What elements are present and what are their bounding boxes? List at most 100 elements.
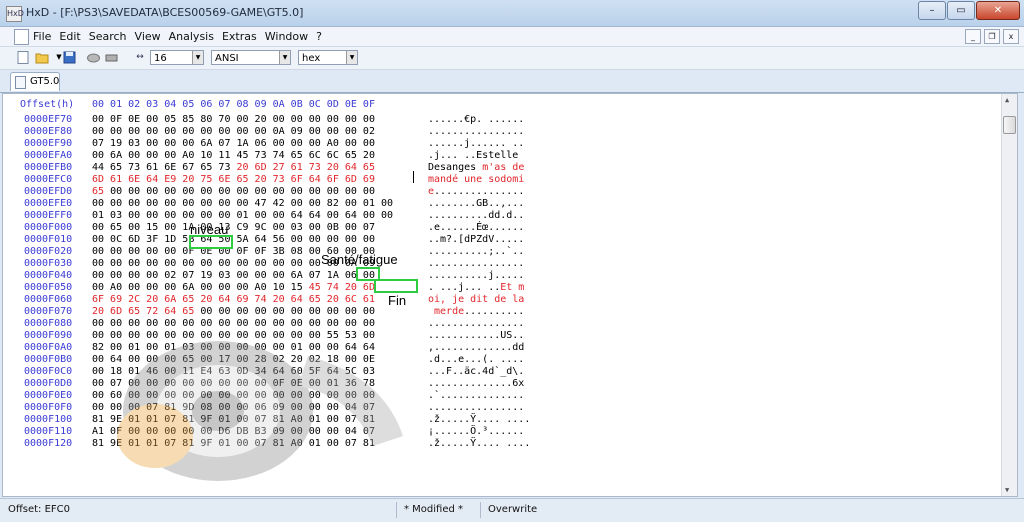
row-offset: 0000EFB0	[24, 162, 73, 173]
row-bytes[interactable]: 00 0F 0E 00 05 85 80 70 00 20 00 00 00 0…	[92, 114, 375, 125]
row-ascii[interactable]: ,.............dd	[428, 342, 524, 353]
row-bytes[interactable]: 01 03 00 00 00 00 00 00 01 00 00 64 64 0…	[92, 210, 393, 221]
close-button[interactable]: ✕	[976, 1, 1020, 20]
hex-row[interactable]: 0000F020 00 00 00 00 00 0F 0E 00 0F 0F 3B…	[3, 246, 1003, 258]
row-ascii[interactable]: ........GB..,...	[428, 198, 524, 209]
row-ascii[interactable]: Desanges m'as de	[428, 162, 524, 173]
save-icon[interactable]	[62, 51, 76, 64]
row-ascii[interactable]: e...............	[428, 186, 524, 197]
document-icon[interactable]	[14, 29, 29, 45]
row-ascii[interactable]: ......j...... ..	[428, 138, 524, 149]
menu-edit[interactable]: Edit	[59, 30, 80, 43]
row-bytes[interactable]: 00 6A 00 00 00 A0 10 11 45 73 74 65 6C 6…	[92, 150, 375, 161]
row-ascii[interactable]: ................	[428, 258, 524, 269]
hex-row[interactable]: 0000EFE0 00 00 00 00 00 00 00 00 00 47 42…	[3, 198, 1003, 210]
row-ascii[interactable]: .`..............	[428, 390, 524, 401]
hex-row[interactable]: 0000EF80 00 00 00 00 00 00 00 00 00 00 0A…	[3, 126, 1003, 138]
row-ascii[interactable]: ...F..äc.4d`_d\.	[428, 366, 524, 377]
maximize-button[interactable]: ▭	[947, 1, 975, 20]
mdi-restore-button[interactable]: ❐	[984, 29, 1000, 44]
hex-row[interactable]: 0000F060 6F 69 2C 20 6A 65 20 64 69 74 20…	[3, 294, 1003, 306]
chevron-down-icon[interactable]: ▼	[346, 51, 357, 64]
ram-icon[interactable]	[104, 51, 118, 64]
row-offset: 0000F030	[24, 258, 73, 269]
row-ascii[interactable]: ................	[428, 126, 524, 137]
row-ascii[interactable]: . ...j... ..Et m	[428, 282, 524, 293]
mdi-close-button[interactable]: x	[1003, 29, 1019, 44]
hex-editor[interactable]: Offset(h) 00 01 02 03 04 05 06 07 08 09 …	[2, 93, 1018, 497]
row-bytes[interactable]: 00 00 00 00 02 07 19 03 00 00 00 6A 07 1…	[92, 270, 375, 281]
byte-text: .ž.....Ÿ.... ....	[428, 438, 531, 449]
tab-bar: GT5.0	[0, 70, 1024, 93]
row-ascii[interactable]: .ž.....Ÿ.... ....	[428, 414, 530, 425]
row-ascii[interactable]: .e......Éœ......	[428, 222, 524, 233]
menu-analysis[interactable]: Analysis	[169, 30, 214, 43]
menu-bar: File Edit Search View Analysis Extras Wi…	[0, 27, 1024, 47]
hex-row[interactable]: 0000F010 00 0C 6D 3F 1D 5B 64 50 5A 64 56…	[3, 234, 1003, 246]
row-ascii[interactable]: ................	[428, 402, 524, 413]
menu-search[interactable]: Search	[89, 30, 127, 43]
modified-bytes: mandé une sodomi	[428, 174, 525, 185]
row-ascii[interactable]: merde..........	[428, 306, 524, 317]
scroll-down-icon[interactable]: ▼	[1005, 486, 1009, 494]
hex-row[interactable]: 0000EFB0 44 65 73 61 6E 67 65 73 20 6D 27…	[3, 162, 1003, 174]
row-ascii[interactable]: ¡......Ö.³......	[428, 426, 524, 437]
hex-row[interactable]: 0000EFC0 6D 61 6E 64 E9 20 75 6E 65 20 73…	[3, 174, 1003, 186]
row-bytes[interactable]: 00 65 00 15 00 1A 00 13 C9 9C 00 03 00 0…	[92, 222, 375, 233]
open-folder-icon[interactable]	[35, 51, 49, 64]
hex-row[interactable]: 0000EFA0 00 6A 00 00 00 A0 10 11 45 73 74…	[3, 150, 1003, 162]
display-mode-select[interactable]: hex ▼	[298, 50, 358, 65]
row-ascii[interactable]: ..........;..`..	[428, 246, 524, 257]
new-file-icon[interactable]	[16, 51, 30, 64]
row-offset: 0000F020	[24, 246, 73, 257]
menu-help[interactable]: ?	[316, 30, 322, 43]
charset-select[interactable]: ANSI ▼	[211, 50, 291, 65]
row-ascii[interactable]: .j... ..Estelle	[428, 150, 524, 161]
hex-row[interactable]: 0000F050 00 A0 00 00 00 6A 00 00 00 A0 10…	[3, 282, 1003, 294]
row-bytes[interactable]: 00 00 00 00 00 00 00 00 00 47 42 00 00 8…	[92, 198, 393, 209]
row-ascii[interactable]: .d...e...(. ....	[428, 354, 524, 365]
row-bytes[interactable]: 00 A0 00 00 00 6A 00 00 00 A0 10 15 45 7…	[92, 282, 375, 293]
row-bytes[interactable]: 44 65 73 61 6E 67 65 73 20 6D 27 61 73 2…	[92, 162, 375, 173]
menu-file[interactable]: File	[33, 30, 51, 43]
scroll-up-icon[interactable]: ▲	[1005, 96, 1009, 104]
row-ascii[interactable]: ..............6x	[428, 378, 524, 389]
chevron-down-icon[interactable]: ▼	[192, 51, 203, 64]
row-bytes[interactable]: 00 00 00 00 00 00 00 00 00 00 0A 09 00 0…	[92, 126, 375, 137]
row-ascii[interactable]: ..m?.[dPZdV.....	[428, 234, 524, 245]
chevron-down-icon[interactable]: ▼	[279, 51, 290, 64]
row-ascii[interactable]: ..........dd.d..	[428, 210, 524, 221]
row-ascii[interactable]: ..........j.....	[428, 270, 524, 281]
hex-row[interactable]: 0000EF70 00 0F 0E 00 05 85 80 70 00 20 00…	[3, 114, 1003, 126]
hex-row[interactable]: 0000EFD0 65 00 00 00 00 00 00 00 00 00 00…	[3, 186, 1003, 198]
menu-view[interactable]: View	[135, 30, 161, 43]
hex-row[interactable]: 0000F000 00 65 00 15 00 1A 00 13 C9 9C 00…	[3, 222, 1003, 234]
mdi-minimize-button[interactable]: _	[965, 29, 981, 44]
vertical-scrollbar[interactable]: ▲ ▼	[1001, 94, 1017, 496]
row-bytes[interactable]: 6F 69 2C 20 6A 65 20 64 69 74 20 64 65 2…	[92, 294, 375, 305]
hex-row[interactable]: 0000EF90 07 19 03 00 00 00 6A 07 1A 06 00…	[3, 138, 1003, 150]
row-ascii[interactable]: .ž.....Ÿ.... ....	[428, 438, 530, 449]
row-ascii[interactable]: mandé une sodomi	[428, 174, 524, 185]
title-bar[interactable]: HxD HxD - [F:\PS3\SAVEDATA\BCES00569-GAM…	[0, 0, 1024, 27]
row-ascii[interactable]: ................	[428, 318, 524, 329]
row-ascii[interactable]: ......€p. ......	[428, 114, 524, 125]
bytes-per-row-select[interactable]: 16 ▼	[150, 50, 204, 65]
row-ascii[interactable]: ............US..	[428, 330, 524, 341]
row-bytes[interactable]: 07 19 03 00 00 00 6A 07 1A 06 00 00 00 A…	[92, 138, 375, 149]
row-bytes[interactable]: 00 0C 6D 3F 1D 5B 64 50 5A 64 56 00 00 0…	[92, 234, 375, 245]
hex-row[interactable]: 0000F040 00 00 00 00 02 07 19 03 00 00 00…	[3, 270, 1003, 282]
menu-window[interactable]: Window	[265, 30, 308, 43]
row-bytes[interactable]: 6D 61 6E 64 E9 20 75 6E 65 20 73 6F 64 6…	[92, 174, 375, 185]
hex-row[interactable]: 0000EFF0 01 03 00 00 00 00 00 00 01 00 00…	[3, 210, 1003, 222]
niveau-label: niveau	[190, 222, 229, 237]
row-offset: 0000EFD0	[24, 186, 73, 197]
menu-extras[interactable]: Extras	[222, 30, 257, 43]
minimize-button[interactable]: –	[918, 1, 946, 20]
row-ascii[interactable]: oi, je dit de la	[428, 294, 524, 305]
disk-icon[interactable]	[86, 51, 100, 64]
hex-row[interactable]: 0000F030 00 00 00 00 00 00 00 00 00 00 00…	[3, 258, 1003, 270]
tab-gt5[interactable]: GT5.0	[10, 72, 60, 91]
row-bytes[interactable]: 65 00 00 00 00 00 00 00 00 00 00 00 00 0…	[92, 186, 375, 197]
scroll-thumb[interactable]	[1003, 116, 1016, 134]
